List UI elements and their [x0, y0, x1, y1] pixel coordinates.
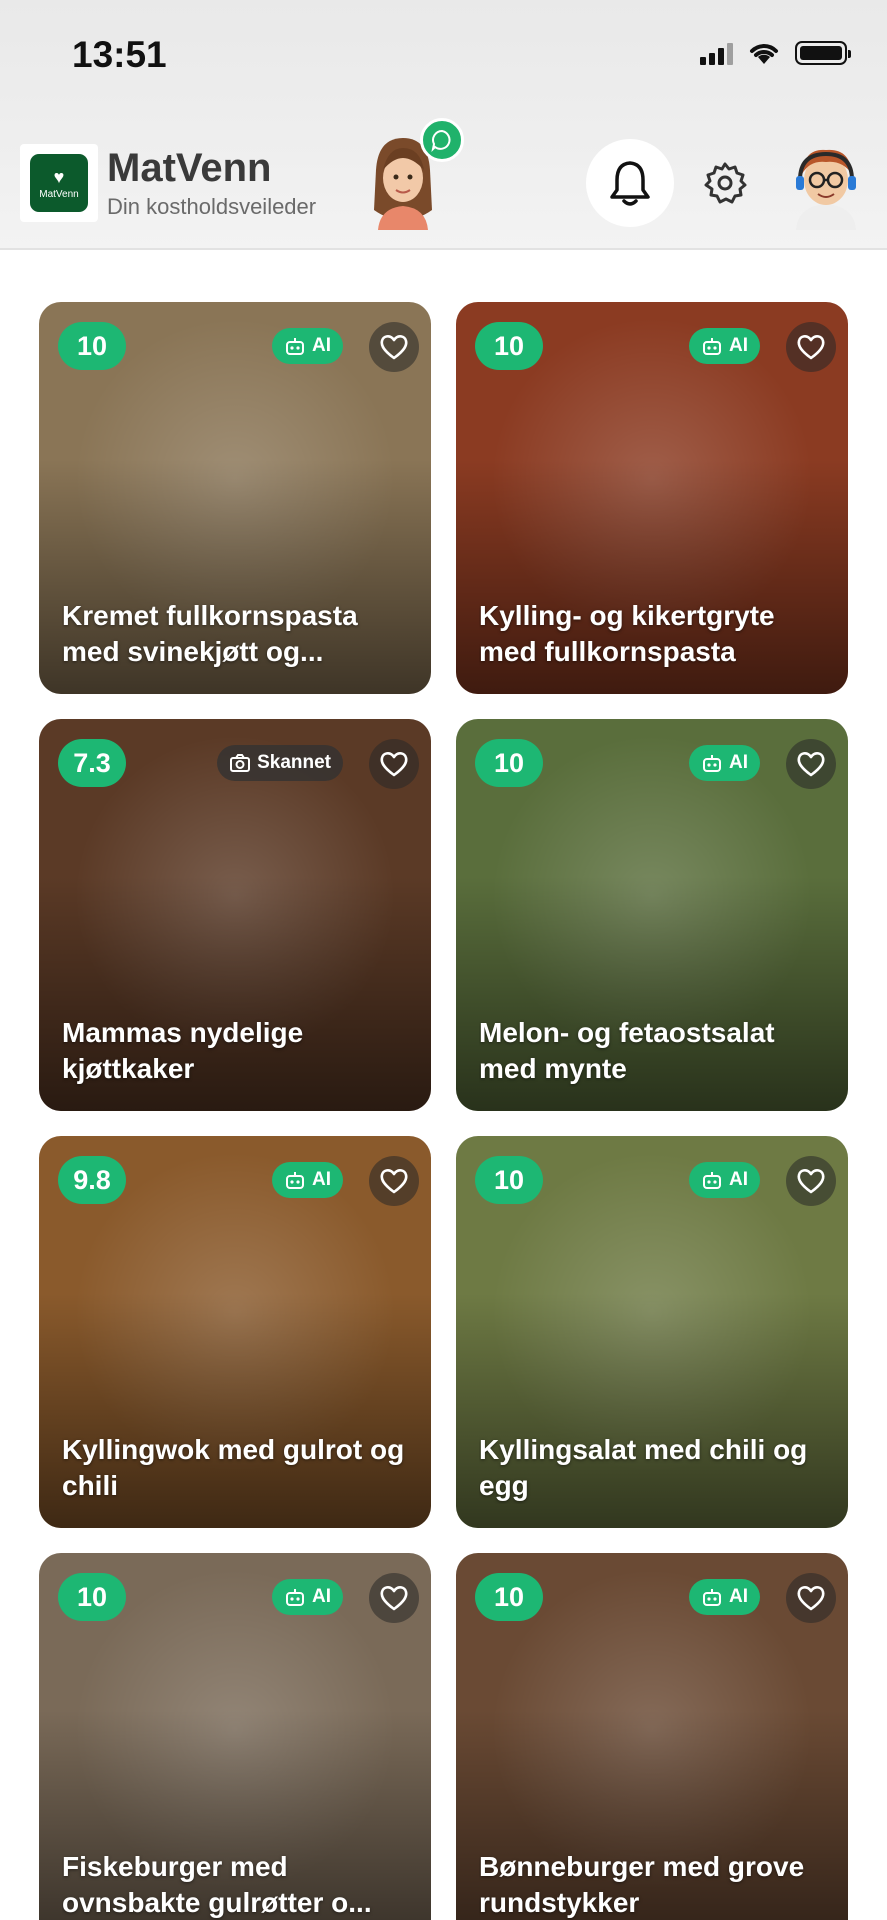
recipe-title: Kyllingwok med gulrot og chili	[62, 1434, 405, 1501]
recipe-card[interactable]: 7.3 Skannet Mammas nydelige kjøttkaker	[39, 719, 431, 1111]
recipe-card[interactable]: 10 AI Kremet fullkornspasta med svinekjøtt…	[39, 302, 431, 694]
notifications-button[interactable]	[586, 139, 674, 227]
favorite-button[interactable]	[369, 1573, 419, 1623]
heart-icon	[797, 1586, 825, 1611]
battery-icon	[795, 41, 851, 65]
ai-badge: AI	[689, 1162, 760, 1198]
ai-badge: AI	[689, 745, 760, 781]
recipe-title: Kylling- og kikertgryte med fullkornspas…	[479, 600, 775, 667]
favorite-button[interactable]	[786, 322, 836, 372]
health-score-badge: 10	[58, 322, 126, 370]
badge-label: AI	[729, 1169, 748, 1190]
favorite-button[interactable]	[369, 322, 419, 372]
recipe-card[interactable]: 10 AI Melon- og fetaostsalat med mynte	[456, 719, 848, 1111]
heart-icon	[380, 1586, 408, 1611]
cellular-signal-icon	[700, 41, 733, 65]
recipe-title: Mammas nydelige kjøttkaker	[62, 1017, 304, 1084]
wifi-icon	[750, 44, 778, 64]
heart-icon	[380, 752, 408, 777]
camera-icon	[230, 754, 251, 772]
favorite-button[interactable]	[786, 1156, 836, 1206]
ai-badge: AI	[689, 1579, 760, 1615]
recipe-card[interactable]: 10 AI Kylling- og kikertgryte med fullkorn…	[456, 302, 848, 694]
ai-badge: AI	[689, 328, 760, 364]
badge-label: AI	[312, 1586, 331, 1607]
health-score-badge: 10	[475, 322, 543, 370]
recipe-card[interactable]: 9.8 AI Kyllingwok med gulrot og chili	[39, 1136, 431, 1528]
robot-icon	[703, 1589, 721, 1606]
heart-icon	[797, 335, 825, 360]
ai-badge: AI	[272, 1162, 343, 1198]
favorite-button[interactable]	[369, 739, 419, 789]
fork-heart-icon: ♥	[53, 166, 65, 187]
heart-icon	[797, 1169, 825, 1194]
recipe-title: Melon- og fetaostsalat med mynte	[479, 1017, 775, 1084]
robot-icon	[703, 338, 721, 355]
health-score-badge: 10	[475, 1156, 543, 1204]
recipe-card[interactable]: 10 AI Kyllingsalat med chili og egg	[456, 1136, 848, 1528]
app-title: MatVenn	[107, 146, 272, 190]
chat-bubble-icon[interactable]	[420, 118, 464, 162]
heart-icon	[380, 1169, 408, 1194]
settings-gear-icon[interactable]	[702, 160, 748, 206]
recipe-card[interactable]: 10 AI Bønneburger med grove rundstykker	[456, 1553, 848, 1920]
robot-icon	[703, 1172, 721, 1189]
ai-badge: AI	[272, 1579, 343, 1615]
badge-label: AI	[729, 335, 748, 356]
user-avatar[interactable]	[786, 140, 866, 230]
badge-label: AI	[729, 1586, 748, 1607]
badge-label: AI	[312, 335, 331, 356]
robot-icon	[286, 338, 304, 355]
health-score-badge: 10	[475, 1573, 543, 1621]
status-time: 13:51	[72, 34, 167, 75]
heart-icon	[380, 335, 408, 360]
app-logo[interactable]: ♥ MatVenn	[20, 144, 98, 222]
badge-label: AI	[729, 752, 748, 773]
recipe-card[interactable]: 10 AI Fiskeburger med ovnsbakte gulrøtter …	[39, 1553, 431, 1920]
robot-icon	[703, 755, 721, 772]
bell-icon	[610, 161, 650, 206]
status-icons	[700, 40, 851, 66]
heart-icon	[797, 752, 825, 777]
badge-label: AI	[312, 1169, 331, 1190]
favorite-button[interactable]	[369, 1156, 419, 1206]
health-score-badge: 9.8	[58, 1156, 126, 1204]
recipe-title: Fiskeburger med ovnsbakte gulrøtter o...	[62, 1851, 372, 1918]
favorite-button[interactable]	[786, 739, 836, 789]
health-score-badge: 10	[475, 739, 543, 787]
health-score-badge: 10	[58, 1573, 126, 1621]
recipe-title: Bønneburger med grove rundstykker	[479, 1851, 805, 1918]
robot-icon	[286, 1172, 304, 1189]
ai-badge: AI	[272, 328, 343, 364]
logo-text: MatVenn	[39, 188, 79, 200]
robot-icon	[286, 1589, 304, 1606]
badge-label: Skannet	[257, 752, 331, 773]
app-subtitle: Din kostholdsveileder	[107, 194, 317, 219]
recipe-title: Kyllingsalat med chili og egg	[479, 1434, 808, 1501]
app-header: 13:51 ♥ MatVenn MatVenn Din kostholdsvei…	[0, 0, 887, 250]
scanned-badge: Skannet	[217, 745, 343, 781]
health-score-badge: 7.3	[58, 739, 126, 787]
favorite-button[interactable]	[786, 1573, 836, 1623]
recipe-title: Kremet fullkornspasta med svinekjøtt og.…	[62, 600, 358, 667]
